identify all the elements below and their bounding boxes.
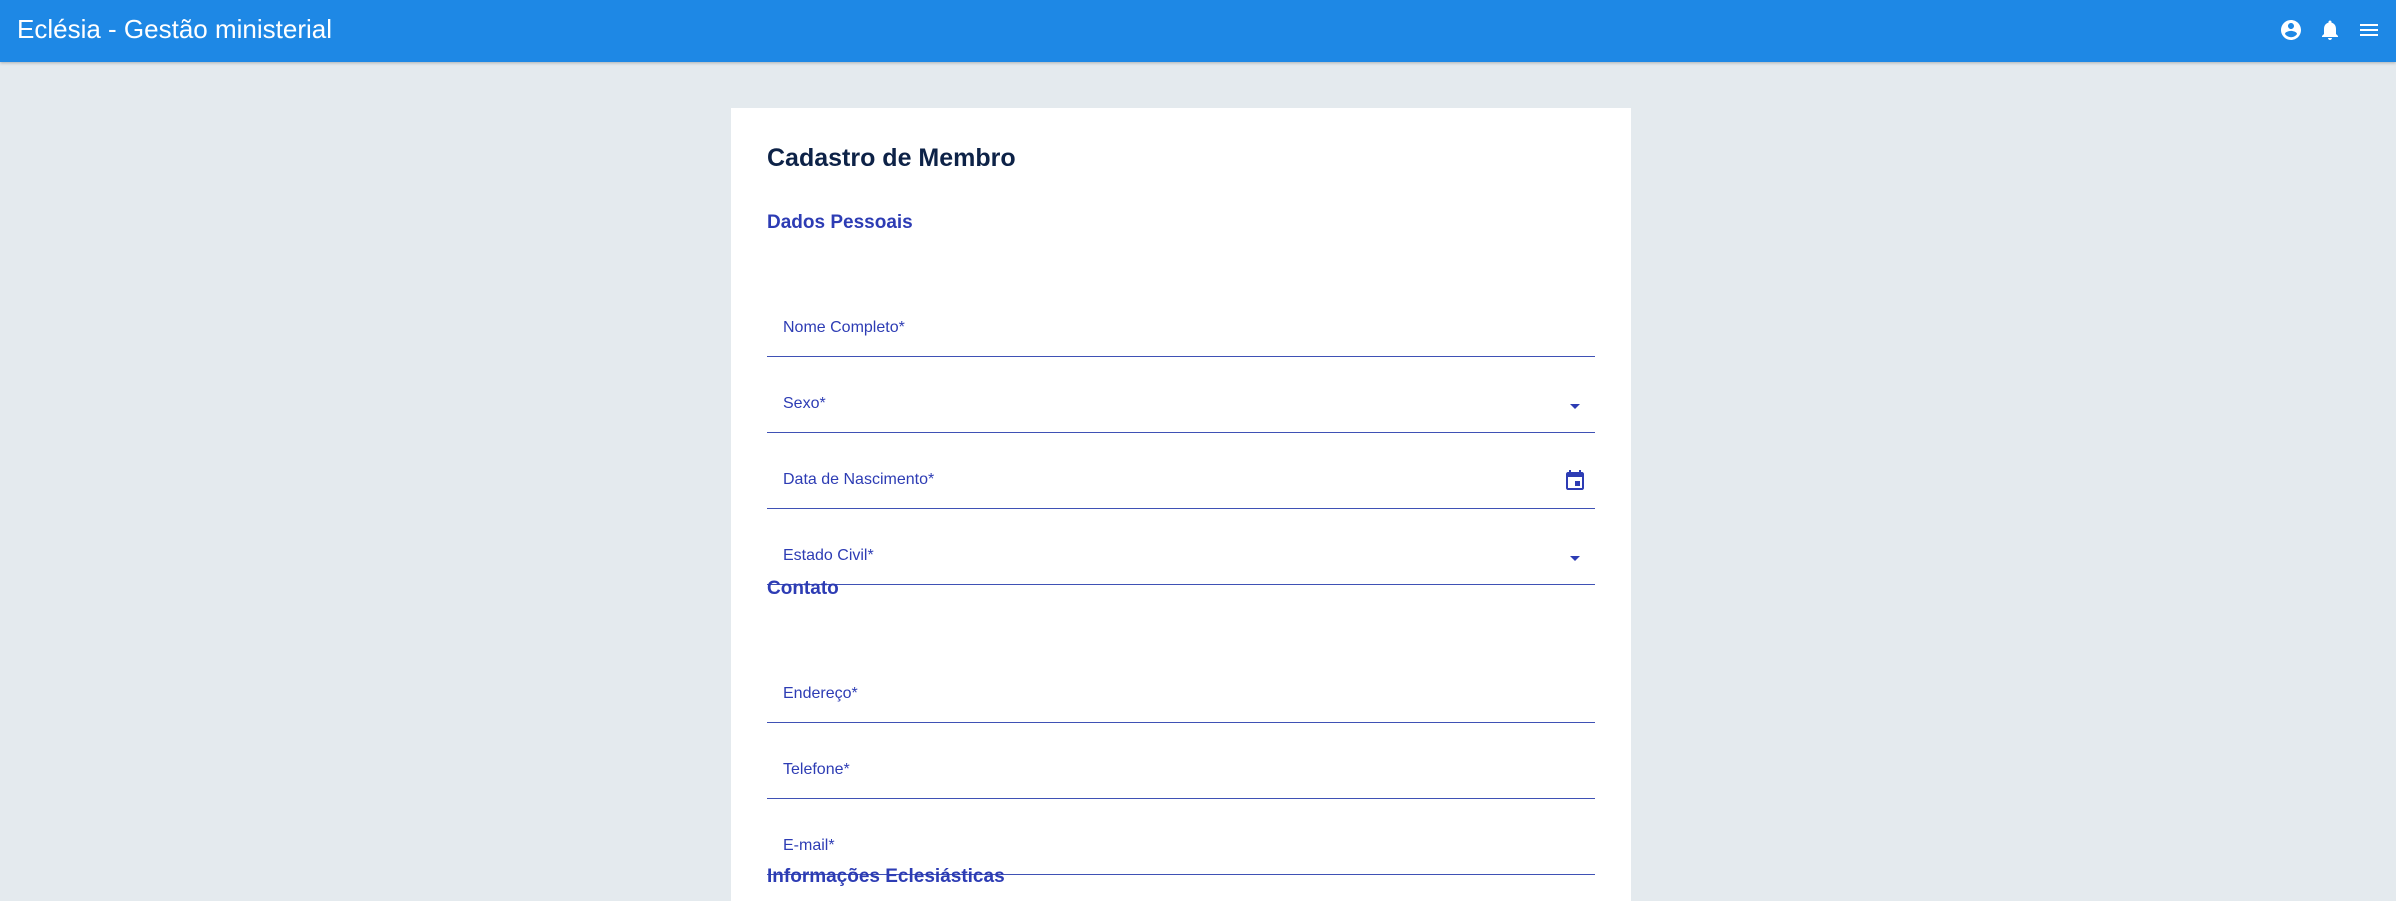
- birth-date-label: Data de Nascimento*: [783, 471, 935, 488]
- sex-select[interactable]: Sexo*: [767, 382, 1595, 433]
- full-name-label: Nome Completo*: [783, 319, 905, 336]
- menu-icon[interactable]: [2357, 18, 2381, 42]
- account-circle-icon[interactable]: [2279, 18, 2303, 42]
- dropdown-arrow-icon: [1563, 394, 1587, 418]
- full-name-field[interactable]: Nome Completo*: [767, 306, 1595, 357]
- app-header: Eclésia - Gestão ministerial: [0, 0, 2396, 62]
- marital-status-label: Estado Civil*: [783, 547, 874, 564]
- marital-status-select[interactable]: Estado Civil*: [767, 534, 1595, 585]
- sex-label: Sexo*: [783, 395, 826, 412]
- dropdown-arrow-icon: [1563, 546, 1587, 570]
- section-title-personal: Dados Pessoais: [767, 212, 913, 233]
- calendar-icon[interactable]: [1563, 469, 1587, 493]
- phone-field[interactable]: Telefone*: [767, 748, 1595, 799]
- section-title-ecclesiastical: Informações Eclesiásticas: [767, 866, 1005, 887]
- birth-date-field[interactable]: Data de Nascimento*: [767, 458, 1595, 509]
- notifications-bell-icon[interactable]: [2318, 18, 2342, 42]
- email-label: E-mail*: [783, 837, 835, 854]
- member-registration-card: Cadastro de Membro Dados Pessoais Nome C…: [731, 108, 1631, 901]
- app-title: Eclésia - Gestão ministerial: [17, 14, 332, 44]
- form-title: Cadastro de Membro: [767, 144, 1016, 172]
- address-label: Endereço*: [783, 685, 858, 702]
- section-title-contact: Contato: [767, 578, 839, 599]
- phone-label: Telefone*: [783, 761, 850, 778]
- address-field[interactable]: Endereço*: [767, 672, 1595, 723]
